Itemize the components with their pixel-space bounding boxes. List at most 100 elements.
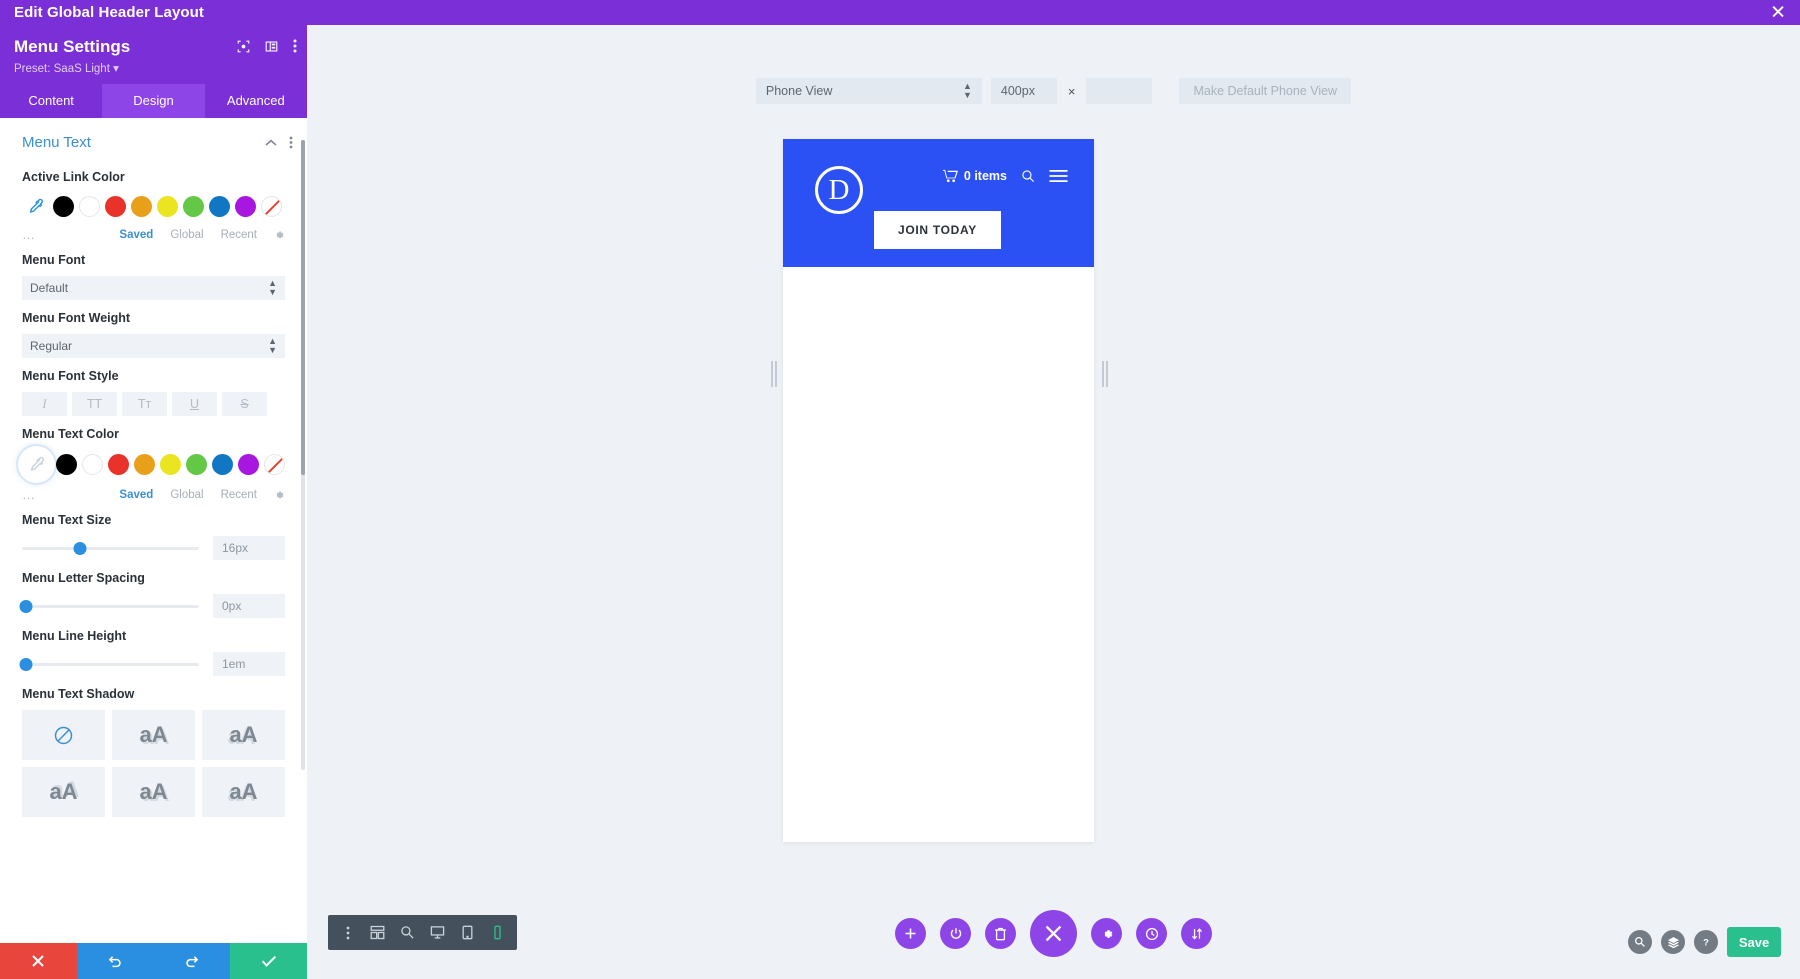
- trash-icon[interactable]: [985, 918, 1016, 949]
- swatch-green[interactable]: [186, 454, 207, 475]
- underline-icon[interactable]: U: [172, 392, 217, 416]
- swatch-tab-recent[interactable]: Recent: [221, 489, 257, 501]
- swatch-tab-saved[interactable]: Saved: [119, 489, 153, 501]
- help-icon[interactable]: ?: [1694, 930, 1718, 954]
- swatch-purple[interactable]: [235, 195, 256, 217]
- svg-text:?: ?: [1703, 936, 1709, 947]
- swatch-black[interactable]: [56, 454, 77, 475]
- swatch-none[interactable]: [261, 195, 282, 217]
- swatch-red[interactable]: [105, 195, 126, 217]
- swatch-orange[interactable]: [134, 454, 155, 475]
- close-icon[interactable]: ✕: [1770, 3, 1786, 22]
- swatch-green[interactable]: [183, 195, 204, 217]
- history-icon[interactable]: [1136, 918, 1167, 949]
- target-icon[interactable]: [237, 40, 250, 53]
- shadow-preset-3[interactable]: aA: [22, 767, 105, 817]
- slider-knob[interactable]: [19, 658, 33, 671]
- undo-button[interactable]: [76, 943, 154, 979]
- menu-line-height-slider[interactable]: [19, 657, 199, 671]
- color-swatch-row: [22, 193, 285, 219]
- swatch-tab-global[interactable]: Global: [170, 229, 203, 241]
- viewport-height-input[interactable]: [1086, 78, 1153, 104]
- add-icon[interactable]: [895, 918, 926, 949]
- tab-content[interactable]: Content: [0, 84, 102, 118]
- uppercase-icon[interactable]: TT: [72, 392, 117, 416]
- strikethrough-icon[interactable]: S: [222, 392, 267, 416]
- search-icon[interactable]: [1628, 930, 1652, 954]
- swatch-yellow[interactable]: [160, 454, 181, 475]
- kebab-menu-icon[interactable]: [289, 136, 293, 149]
- field-label: Menu Text Size: [22, 513, 112, 527]
- discard-button[interactable]: [0, 943, 77, 979]
- italic-icon[interactable]: I: [22, 392, 67, 416]
- join-today-button[interactable]: JOIN TODAY: [874, 211, 1001, 249]
- close-icon[interactable]: [1030, 910, 1077, 957]
- field-label: Menu Font Weight: [22, 311, 131, 325]
- small-caps-icon[interactable]: Tт: [122, 392, 167, 416]
- viewport-toolbar: Phone View ▲ ▼ 400px × Make Default Phone…: [307, 78, 1800, 104]
- swatch-blue[interactable]: [209, 195, 230, 217]
- shadow-preset-1[interactable]: aA: [112, 710, 195, 760]
- viewport-mode-value: Phone View: [765, 84, 833, 98]
- swatch-tab-global[interactable]: Global: [170, 489, 203, 501]
- chevron-updown-icon: ▲ ▼: [268, 277, 277, 297]
- viewport-mode-select[interactable]: Phone View ▲ ▼: [755, 78, 982, 104]
- swatch-black[interactable]: [53, 195, 74, 217]
- resize-handle-right[interactable]: [1102, 361, 1110, 387]
- gear-icon[interactable]: [273, 229, 285, 241]
- viewport-width-input[interactable]: 400px: [990, 78, 1057, 104]
- shadow-preset-2[interactable]: aA: [202, 710, 285, 760]
- shadow-preset-none[interactable]: [22, 710, 105, 760]
- menu-text-size-input[interactable]: 16px: [213, 536, 285, 560]
- shadow-preset-4[interactable]: aA: [112, 767, 195, 817]
- swatch-purple[interactable]: [238, 454, 259, 475]
- menu-font-weight-select[interactable]: Regular ▲ ▼: [22, 334, 285, 358]
- power-icon[interactable]: [940, 918, 971, 949]
- preset-selector[interactable]: Preset: SaaS Light ▾: [14, 61, 293, 75]
- eyedropper-icon[interactable]: [22, 193, 48, 219]
- save-button[interactable]: Save: [1727, 927, 1781, 957]
- gear-icon[interactable]: [273, 489, 285, 501]
- swatch-tab-recent[interactable]: Recent: [221, 229, 257, 241]
- save-button[interactable]: [230, 943, 307, 979]
- divi-logo-icon[interactable]: D: [815, 166, 863, 214]
- slider-knob[interactable]: [73, 542, 87, 555]
- swatch-white[interactable]: [79, 195, 100, 217]
- shopping-cart-icon: [942, 169, 958, 183]
- swatch-none[interactable]: [264, 454, 285, 475]
- field-active-link-color: Active Link Color … Saved Global Recent: [0, 170, 307, 242]
- gear-icon[interactable]: [1091, 918, 1122, 949]
- swatch-red[interactable]: [108, 454, 129, 475]
- menu-font-select[interactable]: Default ▲ ▼: [22, 276, 285, 300]
- sort-icon[interactable]: [1181, 918, 1212, 949]
- field-menu-text-size: Menu Text Size 16px: [0, 513, 307, 560]
- slider-knob[interactable]: [19, 600, 33, 613]
- more-colors-icon[interactable]: …: [22, 487, 37, 502]
- swatch-blue[interactable]: [212, 454, 233, 475]
- menu-text-size-slider[interactable]: [22, 541, 199, 555]
- tab-design[interactable]: Design: [102, 84, 205, 118]
- resize-handle-left[interactable]: [771, 361, 779, 387]
- tab-advanced[interactable]: Advanced: [205, 84, 307, 118]
- cart-link[interactable]: 0 items: [942, 169, 1007, 183]
- chevron-up-icon[interactable]: [265, 139, 277, 147]
- hamburger-menu-icon[interactable]: [1049, 169, 1068, 183]
- menu-line-height-input[interactable]: 1em: [213, 652, 285, 676]
- swatch-orange[interactable]: [131, 195, 152, 217]
- more-colors-icon[interactable]: …: [22, 227, 37, 242]
- make-default-phone-view-button[interactable]: Make Default Phone View: [1179, 78, 1352, 104]
- layers-icon[interactable]: [1661, 930, 1685, 954]
- panel-footer: [0, 943, 307, 979]
- swatch-white[interactable]: [82, 454, 103, 475]
- layout-split-icon[interactable]: [265, 40, 278, 53]
- eyedropper-icon[interactable]: [22, 450, 51, 479]
- redo-button[interactable]: [153, 943, 231, 979]
- panel-scrollbar-thumb[interactable]: [301, 140, 305, 475]
- menu-letter-spacing-slider[interactable]: [19, 599, 199, 613]
- swatch-yellow[interactable]: [157, 195, 178, 217]
- menu-letter-spacing-input[interactable]: 0px: [213, 594, 285, 618]
- kebab-menu-icon[interactable]: [293, 39, 297, 53]
- shadow-preset-5[interactable]: aA: [202, 767, 285, 817]
- search-icon[interactable]: [1021, 169, 1035, 183]
- swatch-tab-saved[interactable]: Saved: [119, 229, 153, 241]
